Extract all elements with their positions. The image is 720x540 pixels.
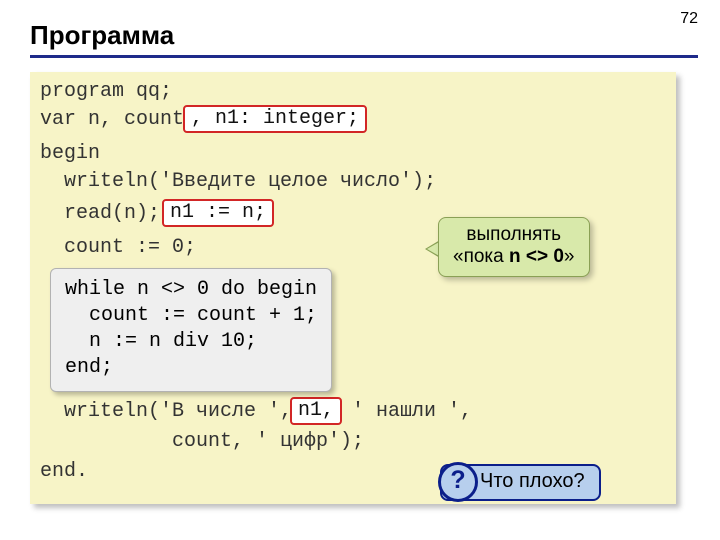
page-title: Программа bbox=[30, 20, 174, 51]
code-line: read(n); bbox=[40, 202, 160, 225]
highlight-var-decl: , n1: integer; bbox=[183, 105, 367, 133]
question-mark-icon: ? bbox=[438, 462, 478, 502]
highlight-substitute: n1, bbox=[290, 397, 342, 425]
code-line: writeln('В числе ', bbox=[40, 400, 292, 423]
title-underline bbox=[30, 55, 698, 58]
code-line: var n, count bbox=[40, 108, 184, 131]
question-pill: ? Что плохо? bbox=[440, 464, 601, 501]
code-line: begin bbox=[40, 142, 100, 165]
note-line2-bold: n <> 0 bbox=[509, 246, 564, 267]
note-line2-suffix: » bbox=[564, 246, 575, 267]
code-line: program qq; bbox=[40, 80, 172, 103]
highlight-assign: n1 := n; bbox=[162, 199, 274, 227]
note-callout: выполнять «пока n <> 0» bbox=[438, 217, 590, 277]
note-line2-prefix: «пока bbox=[453, 246, 509, 267]
code-line: count := 0; bbox=[40, 236, 196, 259]
code-line: count, ' цифр'); bbox=[40, 430, 364, 453]
question-label: Что плохо? bbox=[480, 470, 585, 492]
code-line: ' нашли ', bbox=[340, 400, 472, 423]
code-line: end. bbox=[40, 460, 88, 483]
note-line1: выполнять bbox=[466, 224, 561, 245]
code-line: writeln('Введите целое число'); bbox=[40, 170, 436, 193]
code-panel: program qq; var n, count begin writeln('… bbox=[30, 72, 676, 504]
page-number: 72 bbox=[680, 10, 698, 28]
note-line2: «пока n <> 0» bbox=[453, 246, 575, 267]
loop-block: while n <> 0 do begin count := count + 1… bbox=[50, 268, 332, 392]
